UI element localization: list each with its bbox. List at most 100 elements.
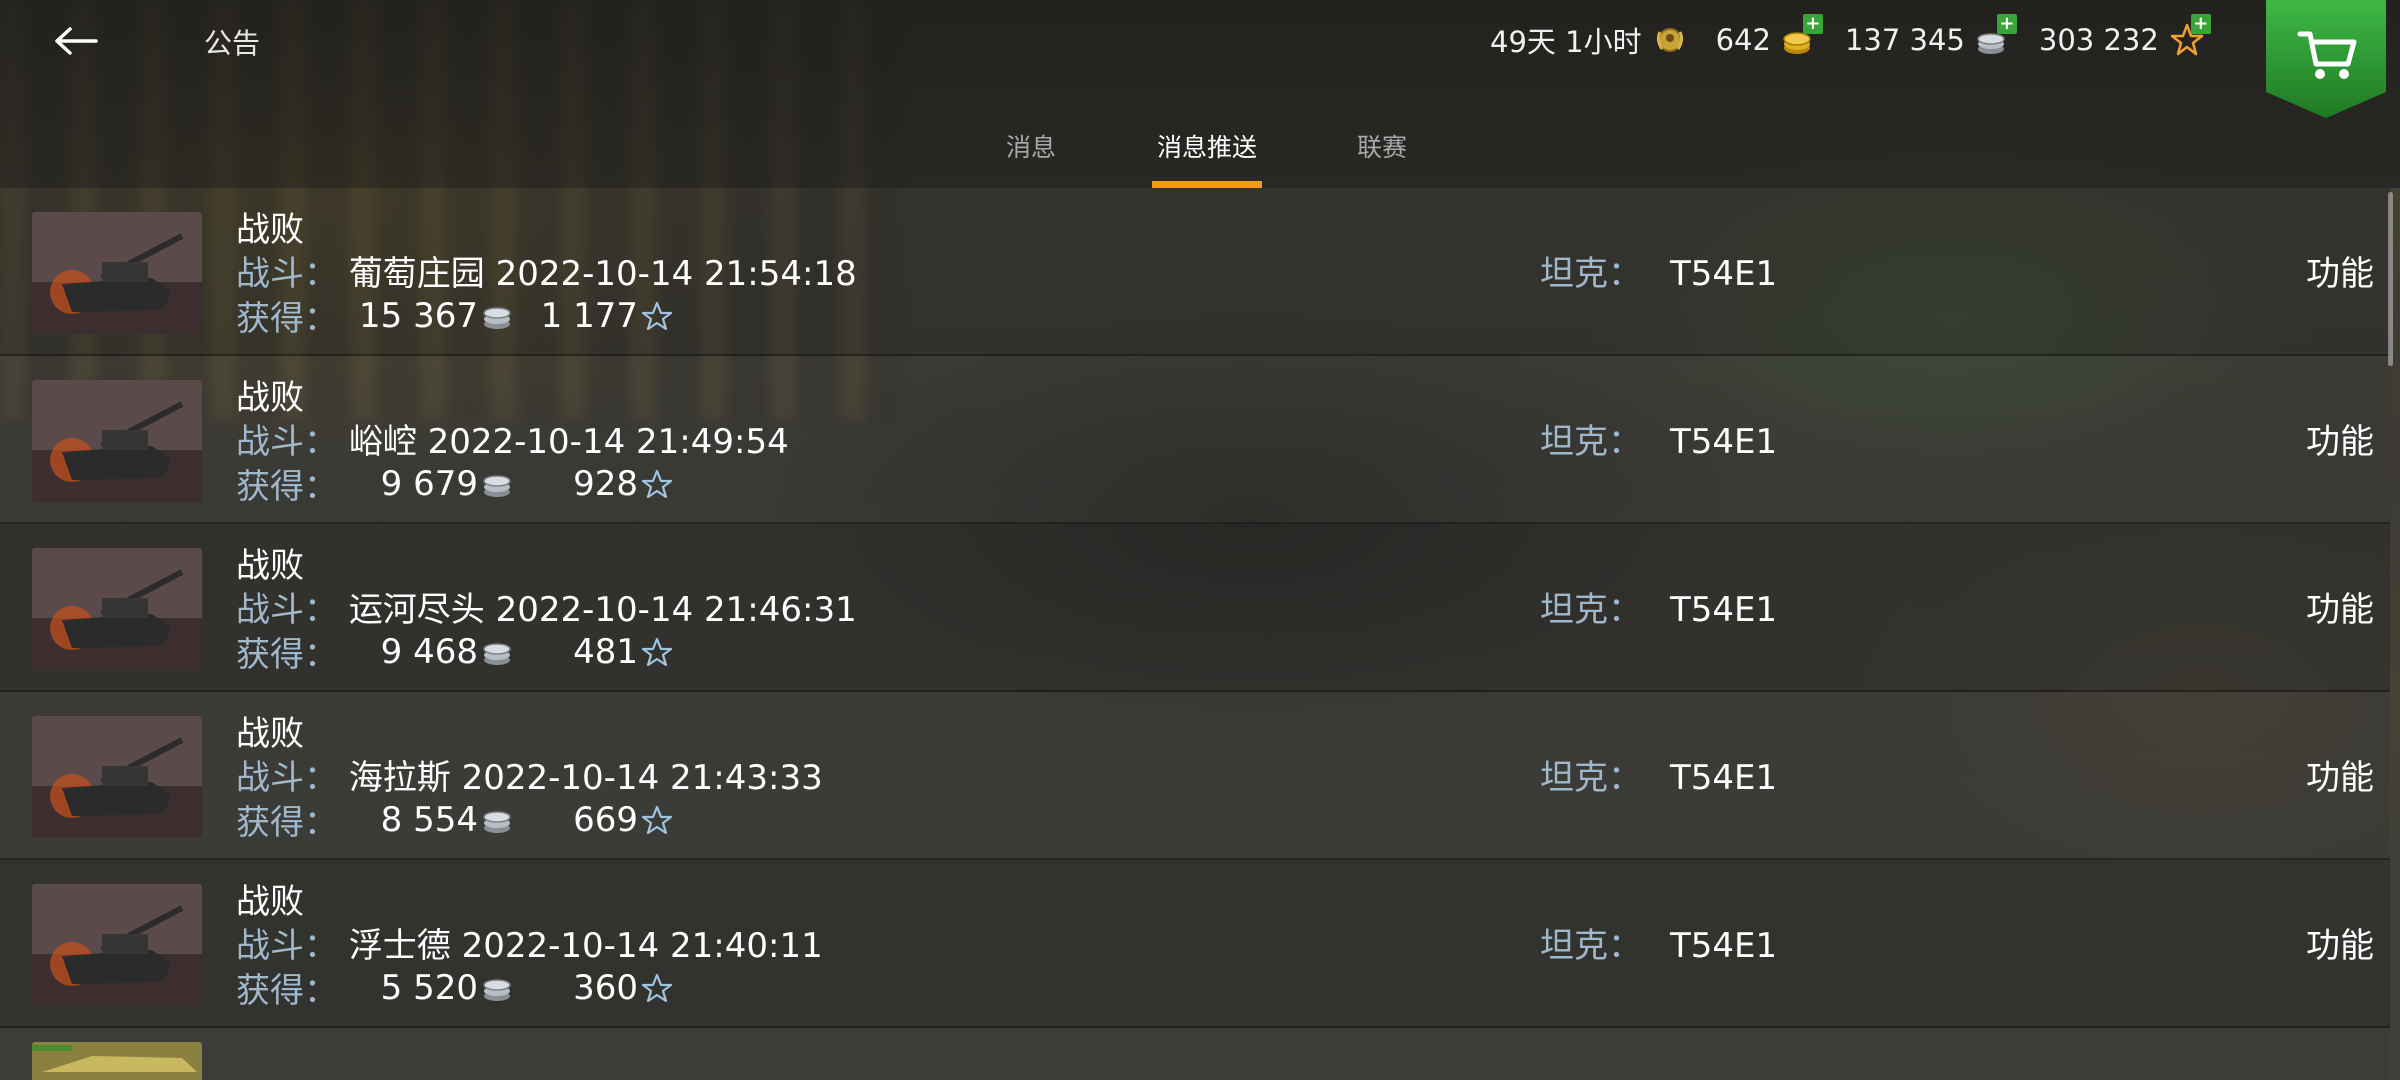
battle-result: 战败 — [236, 882, 304, 922]
silver-coins-icon — [483, 978, 511, 1001]
tank-name: T54E1 — [1670, 254, 1778, 294]
map-and-time: 运河尽头 2022-10-14 21:46:31 — [348, 590, 857, 630]
battle-thumbnail — [32, 1042, 202, 1080]
xp-earned: 481 — [573, 631, 638, 672]
tank-label: 坦克： — [1540, 254, 1642, 294]
page-title: 公告 — [204, 27, 261, 60]
star-icon: + — [2169, 14, 2211, 58]
xp-earned: 669 — [573, 799, 638, 840]
earned-label: 获得： — [236, 803, 338, 843]
tab-push-messages-label: 消息推送 — [1156, 133, 1257, 162]
battle-thumbnail — [32, 884, 202, 1006]
list-item[interactable]: 战败 战斗： 葡萄庄园 2022-10-14 21:54:18 获得： 15 3… — [0, 188, 2390, 356]
credits-value: 137 345 — [1844, 23, 1965, 57]
tab-messages-label: 消息 — [1005, 133, 1056, 162]
silver-coins-icon — [483, 474, 511, 497]
function-button[interactable]: 功能 — [2306, 246, 2374, 295]
battle-thumbnail — [32, 212, 202, 334]
function-button[interactable]: 功能 — [2306, 582, 2374, 631]
add-credits-button[interactable]: + — [1996, 14, 2017, 34]
star-icon — [641, 973, 673, 1002]
list-scrollbar[interactable] — [2388, 192, 2393, 366]
tab-bar: 消息 消息推送 联赛 — [0, 128, 2400, 188]
tank-label: 坦克： — [1540, 422, 1642, 462]
star-icon — [641, 637, 673, 666]
battle-info: 战斗： 海拉斯 2022-10-14 21:43:33 — [236, 750, 823, 799]
silver-coins-icon — [483, 810, 511, 833]
earnings: 获得： 5 520 360 — [236, 963, 674, 1012]
tab-push-messages[interactable]: 消息推送 — [1152, 128, 1262, 188]
silver-coins-icon — [483, 306, 511, 329]
earned-label: 获得： — [236, 467, 338, 507]
tank-info: 坦克： T54E1 — [1540, 246, 1777, 295]
list-item[interactable]: 战败 战斗： 海拉斯 2022-10-14 21:43:33 获得： 8 554… — [0, 692, 2390, 860]
list-item[interactable]: 战败 战斗： 峪崆 2022-10-14 21:49:54 获得： 9 679 … — [0, 356, 2390, 524]
map-and-time: 浮士德 2022-10-14 21:40:11 — [348, 926, 823, 966]
list-item[interactable] — [0, 1028, 2390, 1080]
credits-earned: 9 468 — [380, 631, 478, 672]
function-button[interactable]: 功能 — [2306, 918, 2374, 967]
currency-bar: 49天 1小时 642 + 137 345 + 303 232 + — [1490, 14, 2233, 62]
shopping-cart-icon — [2266, 0, 2386, 118]
tank-label: 坦克： — [1540, 590, 1642, 630]
star-icon — [641, 805, 673, 834]
message-list[interactable]: 战败 战斗： 葡萄庄园 2022-10-14 21:54:18 获得： 15 3… — [0, 188, 2390, 1080]
credits-earned: 8 554 — [380, 799, 478, 840]
earnings: 获得： 9 468 481 — [236, 627, 674, 676]
tank-name: T54E1 — [1670, 422, 1778, 462]
battle-label: 战斗： — [236, 422, 338, 462]
xp-earned: 360 — [573, 967, 638, 1008]
battle-thumbnail — [32, 380, 202, 502]
shop-button[interactable] — [2266, 0, 2386, 118]
battle-result: 战败 — [236, 210, 304, 250]
map-and-time: 海拉斯 2022-10-14 21:43:33 — [348, 758, 823, 798]
credits-earned: 5 520 — [380, 967, 478, 1008]
silver-coins-icon: + — [1975, 14, 2017, 58]
back-button[interactable] — [48, 16, 104, 66]
tank-name: T54E1 — [1670, 926, 1778, 966]
battle-label: 战斗： — [236, 758, 338, 798]
earned-label: 获得： — [236, 299, 338, 339]
battle-result: 战败 — [236, 546, 304, 586]
battle-result: 战败 — [236, 714, 304, 754]
earnings: 获得： 9 679 928 — [236, 459, 674, 508]
battle-info: 战斗： 峪崆 2022-10-14 21:49:54 — [236, 414, 789, 463]
list-item[interactable]: 战败 战斗： 运河尽头 2022-10-14 21:46:31 获得： 9 46… — [0, 524, 2390, 692]
tank-name: T54E1 — [1670, 590, 1778, 630]
battle-info: 战斗： 葡萄庄园 2022-10-14 21:54:18 — [236, 246, 857, 295]
earned-label: 获得： — [236, 971, 338, 1011]
credits-earned: 9 679 — [380, 463, 478, 504]
battle-info: 战斗： 运河尽头 2022-10-14 21:46:31 — [236, 582, 857, 631]
credits-balance[interactable]: 137 345 + — [1844, 14, 2017, 58]
gold-value: 642 — [1715, 23, 1771, 57]
battle-info: 战斗： 浮士德 2022-10-14 21:40:11 — [236, 918, 823, 967]
earned-label: 获得： — [236, 635, 338, 675]
premium-time-value: 49天 1小时 — [1490, 25, 1642, 59]
tab-messages[interactable]: 消息 — [1000, 128, 1062, 188]
battle-thumbnail — [32, 548, 202, 670]
tank-info: 坦克： T54E1 — [1540, 750, 1777, 799]
gold-coins-icon: + — [1781, 14, 1823, 58]
free-xp-balance[interactable]: 303 232 + — [2039, 14, 2211, 58]
tank-info: 坦克： T54E1 — [1540, 414, 1777, 463]
earnings: 获得： 8 554 669 — [236, 795, 674, 844]
battle-label: 战斗： — [236, 590, 338, 630]
tab-league[interactable]: 联赛 — [1354, 128, 1410, 188]
premium-time[interactable]: 49天 1小时 — [1490, 19, 1688, 61]
active-tab-indicator — [1152, 181, 1262, 188]
list-item[interactable]: 战败 战斗： 浮士德 2022-10-14 21:40:11 获得： 5 520… — [0, 860, 2390, 1028]
battle-label: 战斗： — [236, 926, 338, 966]
function-button[interactable]: 功能 — [2306, 750, 2374, 799]
earnings: 获得： 15 367 1 177 — [236, 291, 674, 340]
add-free-xp-button[interactable]: + — [2190, 14, 2211, 34]
map-and-time: 葡萄庄园 2022-10-14 21:54:18 — [348, 254, 857, 294]
tank-info: 坦克： T54E1 — [1540, 582, 1777, 631]
top-bar: 公告 49天 1小时 642 + 137 345 + 303 232 + 消息 … — [0, 0, 2400, 188]
tank-info: 坦克： T54E1 — [1540, 918, 1777, 967]
gold-balance[interactable]: 642 + — [1715, 14, 1823, 58]
battle-label: 战斗： — [236, 254, 338, 294]
function-button[interactable]: 功能 — [2306, 414, 2374, 463]
add-gold-button[interactable]: + — [1802, 14, 1823, 34]
battle-thumbnail — [32, 716, 202, 838]
tank-label: 坦克： — [1540, 758, 1642, 798]
